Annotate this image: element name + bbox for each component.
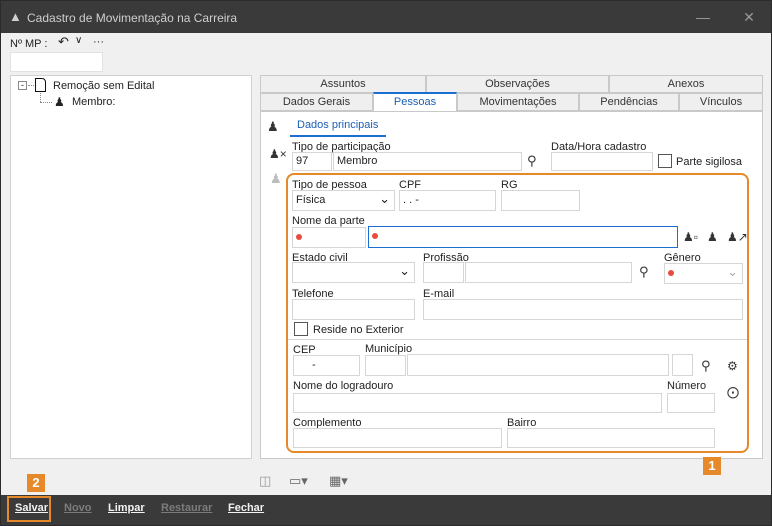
parte-sigilosa-checkbox[interactable] xyxy=(658,154,672,168)
minimize-button[interactable]: — xyxy=(693,7,713,27)
tab-vinculos[interactable]: Vínculos xyxy=(679,93,763,111)
close-button[interactable]: ✕ xyxy=(739,7,759,27)
data-hora-field[interactable] xyxy=(551,152,653,171)
nome-parte-field[interactable] xyxy=(368,226,678,248)
search-icon[interactable]: ⚲ xyxy=(527,153,537,169)
chevron-down-icon: ⌄ xyxy=(727,264,738,279)
tree-child-label[interactable]: Membro: xyxy=(72,96,115,108)
tree-line-v xyxy=(40,93,41,102)
person-card-icon[interactable]: ♟▫ xyxy=(683,229,698,245)
map-add-icon[interactable]: ⨀ xyxy=(727,384,739,400)
complemento-field[interactable] xyxy=(293,428,502,448)
mp-number-field[interactable] xyxy=(10,52,103,72)
app-logo-icon: ▲ xyxy=(9,9,22,24)
close-form-button[interactable]: Fechar xyxy=(228,502,264,514)
annotation-badge-2: 2 xyxy=(27,474,45,492)
section-divider xyxy=(288,339,747,340)
cpf-field[interactable]: . . - xyxy=(399,190,496,211)
search-icon[interactable]: ⚲ xyxy=(639,264,649,280)
genero-select[interactable]: ⌄ xyxy=(664,263,743,284)
required-indicator xyxy=(372,233,378,239)
window-title: Cadastro de Movimentação na Carreira xyxy=(27,11,238,25)
estado-civil-select[interactable]: ⌄ xyxy=(292,262,415,283)
municipio-code-field[interactable] xyxy=(365,355,406,376)
nome-parte-prefix-field[interactable] xyxy=(292,227,366,248)
tree-root-label[interactable]: Remoção sem Edital xyxy=(53,80,155,92)
tab-movimentacoes[interactable]: Movimentações xyxy=(457,93,579,111)
folder-icon[interactable]: ▭▾ xyxy=(289,473,308,489)
main-window: ▲ Cadastro de Movimentação na Carreira —… xyxy=(0,0,772,526)
chevron-down-icon[interactable]: ∨ xyxy=(75,35,82,46)
restore-button[interactable]: Restaurar xyxy=(161,502,212,514)
tree-view-icon[interactable]: ▦▾ xyxy=(329,473,348,489)
footer-bar: Salvar Novo Limpar Restaurar Fechar xyxy=(1,495,771,525)
document-icon xyxy=(35,78,46,92)
parte-sigilosa-label: Parte sigilosa xyxy=(676,156,743,168)
reside-exterior-label: Reside no Exterior xyxy=(313,324,404,336)
address-lookup-icon[interactable]: ⚙ xyxy=(727,358,738,374)
profissao-field[interactable] xyxy=(465,262,632,283)
new-button[interactable]: Novo xyxy=(64,502,92,514)
logradouro-label: Nome do logradouro xyxy=(293,380,394,392)
search-icon[interactable]: ⚲ xyxy=(701,358,711,374)
tipo-participacao-code[interactable]: 97 xyxy=(292,152,332,171)
annotation-badge-1: 1 xyxy=(703,457,721,475)
tab-dados-gerais[interactable]: Dados Gerais xyxy=(260,93,373,111)
rg-field[interactable] xyxy=(501,190,580,211)
telefone-field[interactable] xyxy=(292,299,415,320)
person-search-icon: ♟ xyxy=(270,171,282,186)
tree-panel: - Remoção sem Edital ♟ Membro: xyxy=(10,75,252,459)
tab-observacoes[interactable]: Observações xyxy=(426,75,609,93)
tab-assuntos[interactable]: Assuntos xyxy=(260,75,426,93)
tab-pessoas[interactable]: Pessoas xyxy=(373,92,457,112)
person-lock-icon[interactable]: ♟ xyxy=(707,229,718,245)
person-icon[interactable]: ♟ xyxy=(267,119,279,135)
bairro-field[interactable] xyxy=(507,428,715,448)
municipio-field[interactable] xyxy=(407,354,669,376)
numero-field[interactable] xyxy=(667,393,715,413)
profissao-code-field[interactable] xyxy=(423,262,464,283)
collapse-icon[interactable]: - xyxy=(18,81,27,90)
tipo-pessoa-value: Física xyxy=(296,194,326,206)
subtab-dados-principais[interactable]: Dados principais xyxy=(297,119,378,131)
person-edit-icon[interactable]: ♟↗ xyxy=(727,229,748,245)
title-bar: ▲ Cadastro de Movimentação na Carreira —… xyxy=(1,1,771,33)
tipo-participacao-field[interactable]: Membro xyxy=(333,152,522,171)
tree-line-h xyxy=(40,102,52,103)
numero-label: Número xyxy=(667,380,707,392)
cep-field[interactable]: - xyxy=(293,355,360,376)
person-icon: ♟ xyxy=(54,95,65,109)
required-indicator xyxy=(296,234,302,240)
mp-label: Nº MP : xyxy=(10,38,48,50)
tab-pendencias[interactable]: Pendências xyxy=(579,93,679,111)
remove-person-icon[interactable]: ♟× xyxy=(269,146,287,162)
tipo-pessoa-select[interactable]: Física ⌄ xyxy=(292,190,395,211)
logradouro-field[interactable] xyxy=(293,393,662,413)
chevron-down-icon: ⌄ xyxy=(399,263,410,278)
cep-value: - xyxy=(312,359,316,371)
add-document-icon: ◫ xyxy=(259,473,272,488)
nome-parte-label: Nome da parte xyxy=(292,215,365,227)
more-icon[interactable]: ··· xyxy=(93,36,104,48)
email-field[interactable] xyxy=(423,299,743,320)
subtab-underline xyxy=(290,135,386,137)
save-button[interactable]: Salvar xyxy=(15,502,48,514)
required-indicator xyxy=(668,270,674,276)
chevron-down-icon: ⌄ xyxy=(379,191,390,206)
clear-button[interactable]: Limpar xyxy=(108,502,145,514)
tab-anexos[interactable]: Anexos xyxy=(609,75,763,93)
reside-exterior-checkbox[interactable] xyxy=(294,322,308,336)
undo-icon[interactable]: ↶ xyxy=(58,34,69,50)
municipio-label: Município xyxy=(365,343,413,355)
municipio-uf-field[interactable] xyxy=(672,354,693,376)
